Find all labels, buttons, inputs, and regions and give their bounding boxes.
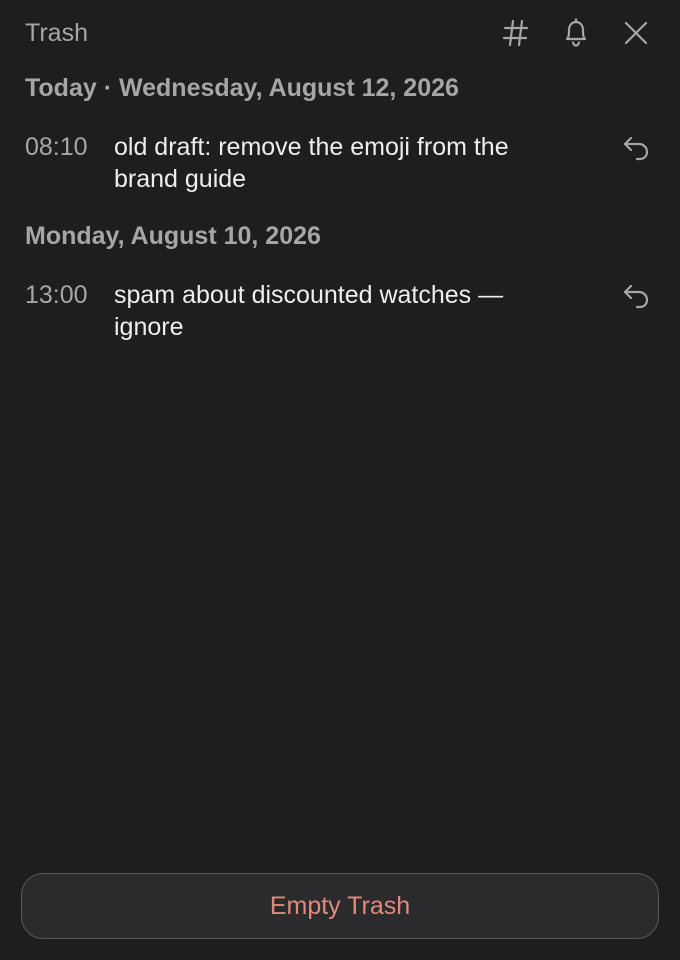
bell-icon[interactable]: [559, 16, 593, 50]
list-item[interactable]: 13:00 spam about discounted watches — ig…: [0, 279, 680, 343]
close-icon[interactable]: [619, 16, 653, 50]
restore-icon[interactable]: [619, 279, 653, 313]
entry-time: 08:10: [25, 133, 88, 161]
empty-trash-button[interactable]: Empty Trash: [21, 873, 659, 939]
trash-list: Today · Wednesday, August 12, 2026 08:10…: [0, 72, 680, 368]
group-heading-monday: Monday, August 10, 2026: [25, 222, 321, 250]
panel-title: Trash: [25, 19, 88, 47]
entry-time: 13:00: [25, 281, 88, 309]
entry-text: spam about discounted watches — ignore: [114, 281, 504, 341]
panel-header: Trash: [0, 0, 680, 66]
group-heading-today: Today · Wednesday, August 12, 2026: [25, 74, 459, 102]
list-item[interactable]: 08:10 old draft: remove the emoji from t…: [0, 131, 680, 195]
hash-icon[interactable]: [499, 16, 533, 50]
entry-text: old draft: remove the emoji from the bra…: [114, 133, 509, 193]
restore-icon[interactable]: [619, 131, 653, 165]
trash-panel: Trash Today · Wednesday, August 12, 2026…: [0, 0, 680, 960]
